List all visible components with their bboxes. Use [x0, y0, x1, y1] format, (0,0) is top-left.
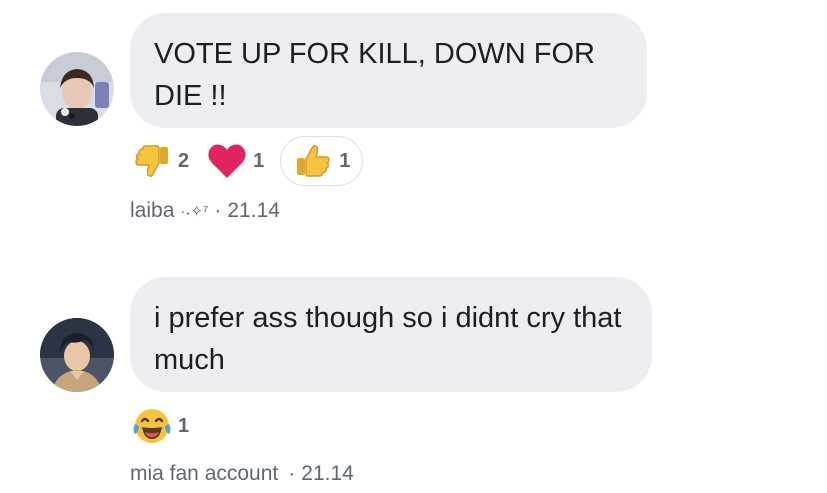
comment-meta: mia fan account · 21.14 — [130, 462, 354, 486]
reaction-count: 1 — [178, 414, 190, 437]
comment-bubble[interactable]: i prefer ass though so i didnt cry that … — [130, 277, 652, 392]
comment-bubble[interactable]: VOTE UP FOR KILL, DOWN FOR DIE !! — [130, 13, 647, 128]
timestamp[interactable]: 21.14 — [227, 199, 280, 223]
anime-avatar-icon — [40, 318, 114, 392]
comment-thread: VOTE UP FOR KILL, DOWN FOR DIE !! 2 1 1 … — [0, 0, 827, 493]
thumbs-down-icon — [130, 139, 174, 183]
comment-text: VOTE UP FOR KILL, DOWN FOR DIE !! — [154, 38, 595, 112]
reactions-bar: 2 1 1 — [130, 134, 379, 188]
reaction-laughing[interactable]: 1 — [130, 401, 189, 451]
laughing-crying-icon — [130, 404, 174, 448]
reaction-thumbs-down[interactable]: 2 — [130, 136, 189, 186]
comment-meta: laiba ·˖✧⁷ · 21.14 — [130, 199, 280, 223]
photo-avatar-icon — [40, 52, 114, 126]
thumbs-up-icon — [291, 139, 335, 183]
reaction-heart[interactable]: 1 — [205, 136, 264, 186]
reactions-bar: 1 — [130, 399, 205, 453]
heart-icon — [205, 139, 249, 183]
timestamp[interactable]: 21.14 — [301, 462, 354, 486]
meta-separator: · — [288, 462, 296, 485]
reaction-count: 2 — [178, 149, 190, 172]
reaction-count: 1 — [339, 149, 351, 172]
author-name[interactable]: mia fan account — [130, 462, 278, 486]
avatar[interactable] — [40, 52, 114, 126]
author-name[interactable]: laiba — [130, 199, 174, 223]
comment-text: i prefer ass though so i didnt cry that … — [154, 302, 622, 376]
author-decoration: ·˖✧⁷ — [180, 203, 209, 220]
avatar[interactable] — [40, 318, 114, 392]
reaction-count: 1 — [253, 149, 265, 172]
reaction-thumbs-up[interactable]: 1 — [280, 136, 364, 186]
meta-separator: · — [214, 199, 222, 222]
